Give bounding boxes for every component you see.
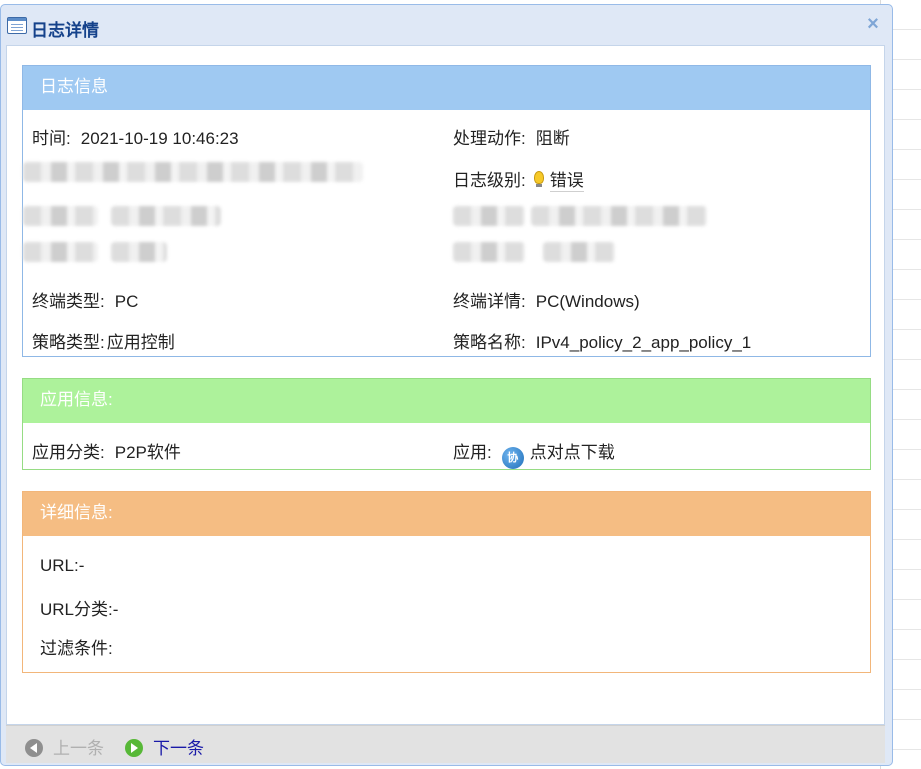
app-category-row: 应用分类: P2P软件 bbox=[32, 438, 181, 463]
lightbulb-icon bbox=[533, 171, 544, 187]
action-label: 处理动作: bbox=[453, 129, 526, 148]
app-info-section: 应用信息: 应用分类: P2P软件 应用: 协点对点下载 bbox=[22, 378, 871, 470]
terminal-type-label: 终端类型: bbox=[32, 292, 105, 311]
redacted-value bbox=[111, 242, 167, 262]
prev-record-button[interactable]: 上一条 bbox=[25, 734, 104, 759]
dialog-body: 日志信息 时间: 2021-10-19 10:46:23 处理动作: 阻断 日志级别… bbox=[6, 45, 885, 725]
policy-name-label: 策略名称: bbox=[453, 333, 526, 352]
next-record-button[interactable]: 下一条 bbox=[125, 734, 204, 759]
redacted-label bbox=[453, 242, 525, 262]
time-row: 时间: 2021-10-19 10:46:23 bbox=[32, 124, 239, 149]
filter-row: 过滤条件: bbox=[40, 634, 113, 659]
policy-name-value: IPv4_policy_2_app_policy_1 bbox=[535, 333, 752, 352]
redacted-value bbox=[543, 242, 615, 262]
redacted-label bbox=[23, 242, 98, 262]
arrow-right-icon bbox=[125, 739, 143, 757]
prev-record-label: 上一条 bbox=[53, 739, 104, 758]
action-row: 处理动作: 阻断 bbox=[453, 124, 570, 149]
dialog-titlebar: 日志详情 × bbox=[1, 5, 892, 45]
terminal-detail-value: PC(Windows) bbox=[535, 292, 640, 311]
level-value: 错误 bbox=[549, 171, 584, 192]
url-label: URL: bbox=[40, 556, 79, 575]
log-detail-dialog: 日志详情 × 日志信息 时间: 2021-10-19 10:46:23 处理动作:… bbox=[0, 4, 893, 766]
detail-info-section: 详细信息: URL:- URL分类:- 过滤条件: bbox=[22, 491, 871, 673]
policy-name-row: 策略名称: IPv4_policy_2_app_policy_1 bbox=[453, 328, 751, 353]
app-category-value: P2P软件 bbox=[114, 443, 181, 462]
time-value: 2021-10-19 10:46:23 bbox=[80, 129, 239, 148]
url-category-row: URL分类:- bbox=[40, 595, 118, 620]
level-label: 日志级别: bbox=[453, 171, 526, 190]
dialog-title: 日志详情 bbox=[31, 21, 99, 40]
policy-type-row: 策略类型: 应用控制 bbox=[32, 328, 175, 353]
time-label: 时间: bbox=[32, 129, 71, 148]
close-icon[interactable]: × bbox=[864, 14, 882, 34]
redacted-label bbox=[453, 206, 525, 226]
arrow-left-icon bbox=[25, 739, 43, 757]
log-info-section: 日志信息 时间: 2021-10-19 10:46:23 处理动作: 阻断 日志级别… bbox=[22, 65, 871, 357]
policy-type-label: 策略类型: bbox=[32, 333, 105, 352]
terminal-type-value: PC bbox=[114, 292, 139, 311]
terminal-detail-label: 终端详情: bbox=[453, 292, 526, 311]
level-row: 日志级别: 错误 bbox=[453, 166, 584, 192]
app-value: 点对点下载 bbox=[529, 443, 615, 462]
app-row: 应用: 协点对点下载 bbox=[453, 438, 615, 469]
action-value: 阻断 bbox=[535, 129, 570, 148]
redacted-value bbox=[111, 206, 221, 226]
app-category-label: 应用分类: bbox=[32, 443, 105, 462]
url-value: - bbox=[78, 556, 85, 575]
policy-type-value: 应用控制 bbox=[106, 333, 175, 352]
redacted-label bbox=[23, 206, 98, 226]
terminal-type-row: 终端类型: PC bbox=[32, 287, 138, 312]
terminal-detail-row: 终端详情: PC(Windows) bbox=[453, 287, 640, 312]
url-category-value: - bbox=[112, 600, 119, 619]
detail-info-header: 详细信息: bbox=[23, 492, 870, 536]
url-category-label: URL分类: bbox=[40, 600, 113, 619]
dialog-footer: 上一条 下一条 bbox=[6, 725, 885, 763]
redacted-value bbox=[531, 206, 707, 226]
redacted-field bbox=[23, 162, 363, 182]
p2p-app-icon: 协 bbox=[501, 447, 524, 469]
url-row: URL:- bbox=[40, 556, 84, 576]
next-record-label: 下一条 bbox=[153, 739, 204, 758]
filter-label: 过滤条件: bbox=[40, 639, 113, 658]
app-info-header: 应用信息: bbox=[23, 379, 870, 423]
app-label: 应用: bbox=[453, 443, 492, 462]
log-info-header: 日志信息 bbox=[23, 66, 870, 110]
window-icon bbox=[7, 17, 27, 34]
